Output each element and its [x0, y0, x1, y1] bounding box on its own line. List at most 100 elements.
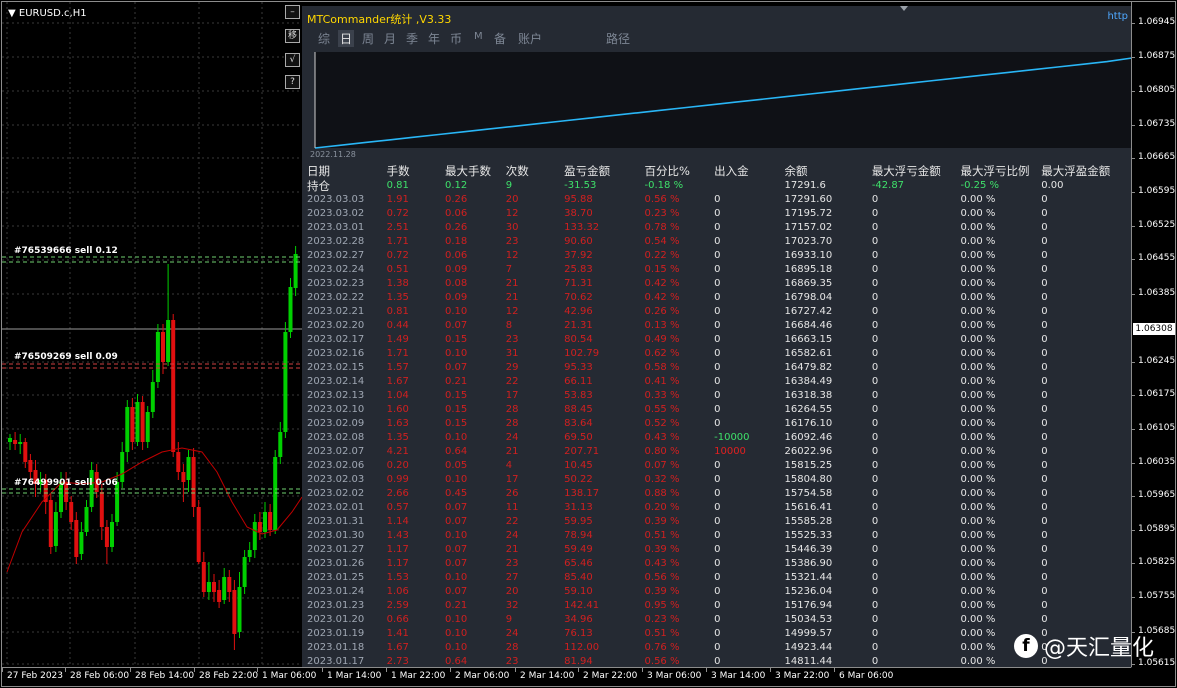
table-row[interactable]: 2023.02.01 0.57 0.07 11 31.13 0.20 % 0 15616.41…: [302, 501, 1132, 515]
table-row[interactable]: 2023.02.08 1.35 0.10 24 69.50 0.43 % -10000 160…: [302, 431, 1132, 445]
symbol-label[interactable]: ▼ EURUSD.c,H1: [8, 8, 87, 19]
holding-row[interactable]: 持仓 0.81 0.12 9 -31.53 -0.18 % 17291.6 -42.87 -0.…: [302, 179, 1132, 193]
minimize-button[interactable]: –: [285, 5, 300, 19]
cell-date: 2023.01.24: [307, 586, 365, 597]
tab-quarter[interactable]: 季: [406, 30, 418, 47]
table-row[interactable]: 2023.02.24 0.51 0.09 7 25.83 0.15 % 0 16895.18 0…: [302, 263, 1132, 277]
tab-week[interactable]: 周: [362, 30, 374, 47]
table-row[interactable]: 2023.02.03 0.99 0.10 17 50.22 0.32 % 0 15804.80…: [302, 473, 1132, 487]
panel-link[interactable]: http: [1107, 11, 1128, 22]
header-lots[interactable]: 手数: [387, 164, 445, 179]
tab-month[interactable]: 月: [384, 30, 396, 47]
tab-currency[interactable]: 币: [450, 30, 462, 47]
dropdown-triangle-icon[interactable]: ▼: [8, 8, 16, 19]
header-deposit-withdraw[interactable]: 出入金: [714, 164, 784, 179]
tab-summary[interactable]: 综: [318, 30, 330, 47]
table-row[interactable]: 2023.01.26 1.17 0.07 23 65.46 0.43 % 0 15386.90…: [302, 557, 1132, 571]
table-row[interactable]: 2023.02.28 1.71 0.18 23 90.60 0.54 % 0 17023.70…: [302, 235, 1132, 249]
tab-year[interactable]: 年: [428, 30, 440, 47]
table-row[interactable]: 2023.01.19 1.41 0.10 24 76.13 0.51 % 0 14999.57…: [302, 627, 1132, 641]
table-row[interactable]: 2023.02.20 0.44 0.07 8 21.31 0.13 % 0 16684.46 0…: [302, 319, 1132, 333]
cell-max-lots: 0.07: [445, 558, 468, 569]
cell-max-float-loss: 0: [871, 292, 879, 303]
table-row[interactable]: 2023.02.15 1.57 0.07 29 95.33 0.58 % 0 16479.82…: [302, 361, 1132, 375]
cell-max-float-loss-pct: 0.00 %: [960, 404, 996, 415]
order-label[interactable]: #76539666 sell 0.12: [14, 246, 118, 256]
cell-max-float-loss: 0: [871, 614, 879, 625]
table-row[interactable]: 2023.01.24 1.06 0.07 20 59.10 0.39 % 0 15236.04…: [302, 585, 1132, 599]
cell-pnl: 76.13: [564, 628, 593, 639]
table-row[interactable]: 2023.03.01 2.51 0.26 30 133.32 0.78 % 0 17157.0…: [302, 221, 1132, 235]
cell-pnl: 69.50: [564, 432, 593, 443]
table-row[interactable]: 2023.02.22 1.35 0.09 21 70.62 0.42 % 0 16798.04…: [302, 291, 1132, 305]
table-row[interactable]: 2023.01.23 2.59 0.21 32 142.41 0.95 % 0 15176.9…: [302, 599, 1132, 613]
header-pnl[interactable]: 盈亏金额: [564, 164, 644, 179]
table-row[interactable]: 2023.01.31 1.14 0.07 22 59.95 0.39 % 0 15585.28…: [302, 515, 1132, 529]
time-axis[interactable]: 27 Feb 2023 28 Feb 06:00 28 Feb 14:00 28 Fe…: [2, 667, 1131, 686]
check-button[interactable]: √: [285, 53, 300, 67]
move-button[interactable]: 移: [285, 29, 300, 43]
table-row[interactable]: 2023.02.27 0.72 0.06 12 37.92 0.22 % 0 16933.10…: [302, 249, 1132, 263]
header-max-lots[interactable]: 最大手数: [445, 164, 506, 179]
table-row[interactable]: 2023.02.06 0.20 0.05 4 10.45 0.07 % 0 15815.25 0…: [302, 459, 1132, 473]
candle-body: [232, 590, 237, 634]
collapse-arrow-icon[interactable]: [900, 6, 908, 11]
price-axis[interactable]: 1.06945 1.06875 1.06805 1.06735 1.06665 1.065…: [1131, 2, 1175, 668]
order-label[interactable]: #76509269 sell 0.09: [14, 352, 118, 362]
cell-max-float-loss-pct: 0.00 %: [960, 292, 996, 303]
cell-count: 9: [505, 614, 513, 625]
cell-max-float-profit: 0: [1041, 362, 1048, 373]
cell-lots: 0.81: [386, 306, 409, 317]
table-row[interactable]: 2023.01.27 1.17 0.07 21 59.49 0.39 % 0 15446.39…: [302, 543, 1132, 557]
header-max-float-loss-pct[interactable]: 最大浮亏比例: [960, 164, 1041, 179]
tab-magic[interactable]: M: [474, 31, 483, 42]
table-row[interactable]: 2023.02.17 1.49 0.15 23 80.54 0.49 % 0 16663.15…: [302, 333, 1132, 347]
table-row[interactable]: 2023.02.14 1.67 0.21 22 66.11 0.41 % 0 16384.49…: [302, 375, 1132, 389]
table-row[interactable]: 2023.02.21 0.81 0.10 12 42.96 0.26 % 0 16727.42…: [302, 305, 1132, 319]
candle-body: [268, 512, 273, 530]
cell-balance: 16582.61: [784, 348, 833, 359]
cell-count: 23: [505, 558, 519, 569]
cell-max-float-loss-pct: 0.00 %: [960, 264, 996, 275]
cell-pnl: 102.79: [564, 348, 600, 359]
table-row[interactable]: 2023.02.23 1.38 0.08 21 71.31 0.42 % 0 16869.35…: [302, 277, 1132, 291]
cell-max-float-loss: 0: [871, 250, 879, 261]
help-button[interactable]: ?: [285, 75, 300, 89]
table-row[interactable]: 2023.03.02 0.72 0.06 12 38.70 0.23 % 0 17195.72…: [302, 207, 1132, 221]
table-row[interactable]: 2023.03.03 1.91 0.26 20 95.88 0.56 % 0 17291.60…: [302, 193, 1132, 207]
candle-body: [191, 457, 196, 507]
table-row[interactable]: 2023.02.07 4.21 0.64 21 207.71 0.80 % 10000 260…: [302, 445, 1132, 459]
cell-max-float-loss-pct: 0.00 %: [960, 544, 996, 555]
time-tick-label: 1 Mar 22:00: [385, 668, 446, 681]
table-row[interactable]: 2023.02.02 2.66 0.45 26 138.17 0.88 % 0 15754.5…: [302, 487, 1132, 501]
candle-body: [79, 532, 84, 554]
cell-max-float-loss: 0: [871, 544, 879, 555]
table-row[interactable]: 2023.01.30 1.43 0.10 24 78.94 0.51 % 0 15525.33…: [302, 529, 1132, 543]
price-chart[interactable]: ▼ EURUSD.c,H1 – 移 √ ? #76539666 sell 0.1…: [2, 2, 1132, 668]
table-row[interactable]: 2023.01.18 1.67 0.10 28 112.00 0.76 % 0 14923.4…: [302, 641, 1132, 655]
cell-pnl: 70.62: [564, 292, 593, 303]
table-row[interactable]: 2023.01.25 1.53 0.10 27 85.40 0.56 % 0 15321.44…: [302, 571, 1132, 585]
tab-day[interactable]: 日: [338, 30, 355, 47]
cell-deposit-withdraw: 0: [714, 306, 721, 317]
header-max-float-profit[interactable]: 最大浮盈金额: [1041, 164, 1132, 179]
table-row[interactable]: 2023.02.09 1.63 0.15 28 83.64 0.52 % 0 16176.10…: [302, 417, 1132, 431]
cell-lots: 1.57: [386, 362, 409, 373]
cell-deposit-withdraw: 0: [714, 376, 721, 387]
header-date[interactable]: 日期: [302, 164, 387, 179]
tab-notes[interactable]: 备: [494, 30, 506, 47]
table-row[interactable]: 2023.02.10 1.60 0.15 28 88.45 0.55 % 0 16264.55…: [302, 403, 1132, 417]
table-row[interactable]: 2023.02.16 1.71 0.10 31 102.79 0.62 % 0 16582.6…: [302, 347, 1132, 361]
table-row[interactable]: 2023.02.13 1.04 0.15 17 53.83 0.33 % 0 16318.38…: [302, 389, 1132, 403]
order-label[interactable]: #76499901 sell 0.06: [14, 478, 118, 488]
table-row[interactable]: 2023.01.20 0.66 0.10 9 34.96 0.23 % 0 15034.53 0…: [302, 613, 1132, 627]
cell-percent: 0.51 %: [644, 628, 680, 639]
header-balance[interactable]: 余额: [785, 164, 872, 179]
cell-max-float-profit: 0.00: [1041, 180, 1064, 191]
header-percent[interactable]: 百分比%: [645, 164, 715, 179]
header-count[interactable]: 次数: [506, 164, 564, 179]
candle-body: [227, 577, 232, 592]
tab-account[interactable]: 账户: [518, 30, 542, 47]
header-max-float-loss[interactable]: 最大浮亏金额: [872, 164, 961, 179]
tab-path[interactable]: 路径: [606, 30, 630, 47]
